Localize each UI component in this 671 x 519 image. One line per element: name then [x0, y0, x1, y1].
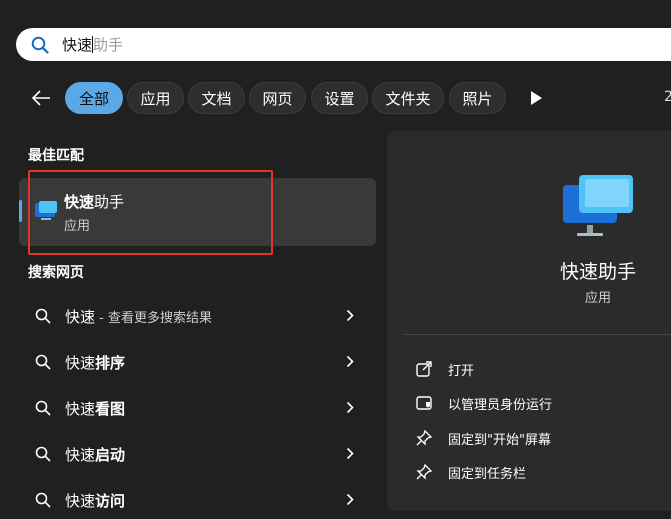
annotation-highlight-box: [28, 170, 273, 255]
search-box[interactable]: 快速助手: [16, 28, 671, 61]
tab-all[interactable]: 全部: [65, 82, 123, 114]
pin-to-taskbar-label: 固定到任务栏: [448, 467, 527, 482]
open-external-icon: [416, 361, 432, 377]
pin-icon: [416, 463, 433, 480]
search-icon: [35, 354, 51, 370]
search-icon: [31, 36, 49, 54]
tab-photos[interactable]: 照片: [449, 82, 506, 114]
search-input[interactable]: 快速助手: [62, 35, 123, 55]
selection-indicator: [19, 200, 22, 222]
search-typed-text: 快速: [62, 36, 93, 54]
chevron-right-icon: [346, 447, 354, 460]
tab-documents[interactable]: 文档: [188, 82, 245, 114]
tab-web[interactable]: 网页: [249, 82, 306, 114]
divider: [403, 334, 671, 335]
pin-icon: [416, 429, 433, 446]
web-suggestion-row[interactable]: 快速访问: [19, 479, 376, 519]
preview-app-title: 快速助手: [559, 261, 636, 283]
web-suggestion-row[interactable]: 快速看图: [19, 387, 376, 427]
web-suggestion-row[interactable]: 快速启动: [19, 433, 376, 473]
preview-panel: 快速助手 应用 打开 以管理员身份运行 固定到"开始"屏幕 固定到任务栏: [387, 131, 671, 511]
pin-to-start-label: 固定到"开始"屏幕: [448, 433, 551, 448]
quick-assist-app-icon: [563, 175, 633, 236]
run-as-admin-label: 以管理员身份运行: [448, 398, 553, 413]
web-suggestion-text: 快速启动: [65, 446, 126, 464]
search-icon: [35, 492, 51, 508]
web-suggestion-text: 快速访问: [65, 492, 126, 510]
chevron-right-icon: [346, 309, 354, 322]
web-suggestion-text: 快速 - 查看更多搜索结果: [65, 308, 212, 326]
web-search-heading: 搜索网页: [28, 265, 84, 281]
tab-apps[interactable]: 应用: [127, 82, 184, 114]
chevron-right-icon: [346, 355, 354, 368]
search-autocomplete-text: 助手: [93, 36, 124, 54]
overflow-count: 2: [664, 89, 671, 105]
filter-bar: 全部 应用 文档 网页 设置 文件夹 照片 2: [0, 80, 671, 116]
web-suggestion-text: 快速看图: [65, 400, 126, 418]
admin-shield-icon: [416, 396, 432, 410]
web-suggestion-row[interactable]: 快速排序: [19, 341, 376, 381]
more-filters-arrow-icon[interactable]: [529, 90, 543, 106]
best-match-heading: 最佳匹配: [28, 148, 84, 164]
back-arrow-icon[interactable]: [30, 88, 52, 108]
tab-settings[interactable]: 设置: [311, 82, 368, 114]
search-icon: [35, 446, 51, 462]
web-suggestion-row[interactable]: 快速 - 查看更多搜索结果: [19, 295, 376, 335]
preview-app-subtitle: 应用: [584, 291, 611, 306]
search-icon: [35, 308, 51, 324]
open-action-label: 打开: [448, 364, 475, 379]
search-icon: [35, 400, 51, 416]
chevron-right-icon: [346, 401, 354, 414]
tab-folders[interactable]: 文件夹: [372, 82, 444, 114]
web-suggestion-text: 快速排序: [65, 354, 126, 372]
